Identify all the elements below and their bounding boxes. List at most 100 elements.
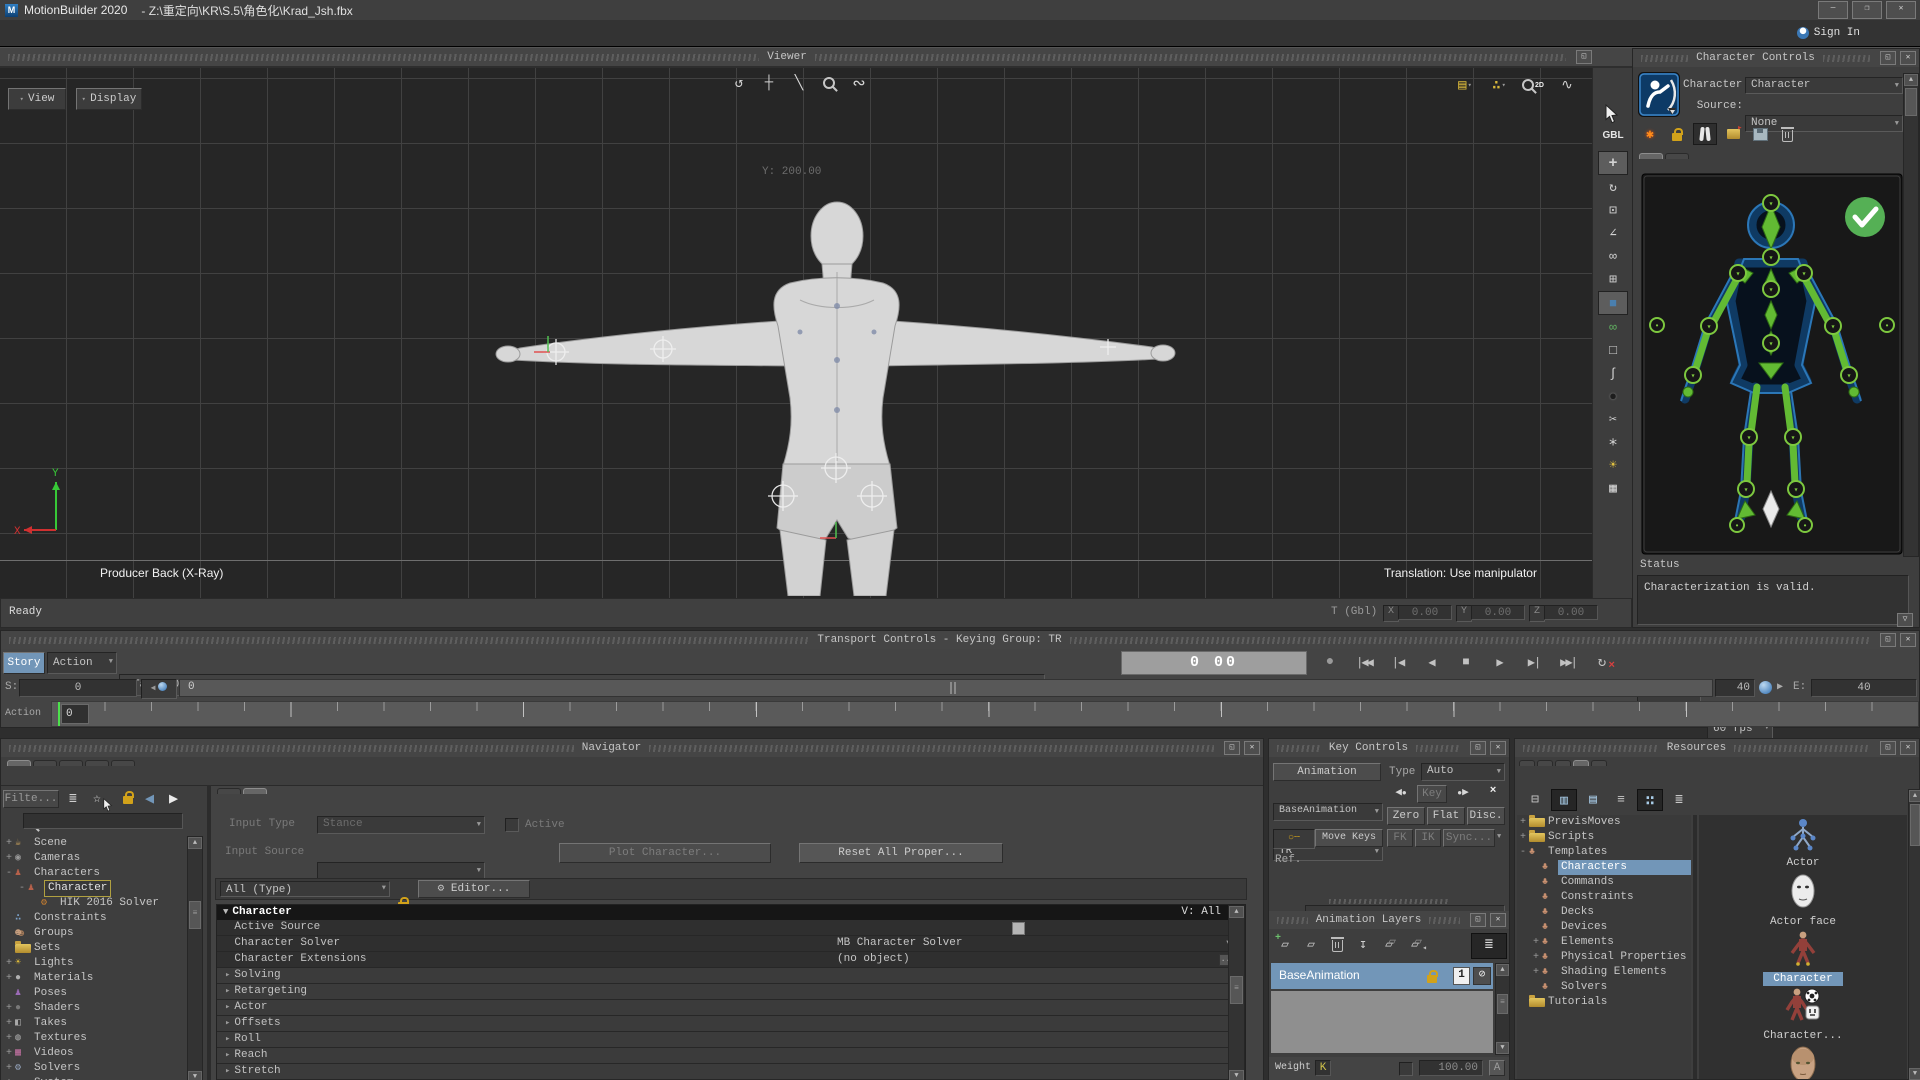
character-definition-map[interactable]: ▾▾▾ ▾▾▾ ▾▾▾ ▾•• ▾▾▾ ▾•• bbox=[1641, 173, 1903, 555]
close-panel-icon[interactable]: ✕ bbox=[1490, 741, 1506, 755]
tree-item[interactable]: + Takes bbox=[3, 1016, 185, 1031]
key-mode-button[interactable]: ○┄ bbox=[1273, 829, 1315, 849]
tree-item[interactable]: Decks bbox=[1517, 905, 1691, 920]
sign-in-button[interactable]: Sign In bbox=[1814, 27, 1860, 39]
tree-item[interactable]: + Videos bbox=[3, 1046, 185, 1061]
action-dropdown[interactable]: Action bbox=[47, 652, 117, 674]
property-table-scrollbar[interactable]: ▲≡▼ bbox=[1228, 905, 1245, 1080]
stance-icon[interactable] bbox=[1693, 123, 1717, 145]
sun-icon[interactable] bbox=[1599, 454, 1627, 476]
tree-item[interactable]: - Character bbox=[3, 881, 185, 896]
asset-label[interactable]: Character... bbox=[1753, 1029, 1852, 1043]
view-mode-icon[interactable] bbox=[1523, 789, 1547, 809]
value-checkbox[interactable] bbox=[1012, 922, 1025, 935]
property-row[interactable]: ▸Retargeting ▼ ... bbox=[217, 984, 1245, 1000]
display-menu-button[interactable]: ▾ Display bbox=[76, 88, 142, 110]
tree-item[interactable]: Poses bbox=[3, 986, 185, 1001]
sync-button[interactable]: Sync... bbox=[1443, 829, 1495, 847]
property-row[interactable]: ▸Character Extensions (no object) ▼ ... bbox=[217, 952, 1245, 968]
zero-button[interactable]: Zero bbox=[1387, 807, 1425, 825]
close-panel-icon[interactable]: ✕ bbox=[1244, 741, 1260, 755]
select-star-icon[interactable]: ☆ bbox=[93, 791, 101, 806]
tab[interactable] bbox=[243, 788, 267, 794]
translate-icon[interactable] bbox=[1598, 151, 1628, 175]
keyframe-dots-icon[interactable]: ▾ bbox=[1486, 74, 1512, 96]
ik-button[interactable]: IK bbox=[1415, 829, 1441, 847]
back-arrow-icon[interactable]: ◀ bbox=[145, 789, 154, 808]
angle-icon[interactable] bbox=[1599, 222, 1627, 244]
tab[interactable] bbox=[85, 760, 109, 766]
tree-item[interactable]: + Lights bbox=[3, 956, 185, 971]
property-row[interactable]: ▸Roll ▼ ... bbox=[217, 1032, 1245, 1048]
tree-item[interactable]: - Templates bbox=[1517, 845, 1691, 860]
layer-tool[interactable] bbox=[1325, 933, 1349, 955]
layer-lock-icon[interactable] bbox=[1427, 975, 1437, 983]
character-model[interactable] bbox=[0, 68, 1592, 596]
filter-button[interactable]: Filte... bbox=[3, 790, 59, 808]
base-animation-layer-row[interactable]: BaseAnimation 1 ⊘ bbox=[1271, 963, 1493, 989]
scene-tree-scrollbar[interactable]: ▲≡▼ bbox=[187, 836, 203, 1080]
tree-item[interactable]: Groups bbox=[3, 926, 185, 941]
tree-item[interactable]: + PrevisMoves bbox=[1517, 815, 1691, 830]
layer-tool[interactable] bbox=[1299, 933, 1323, 955]
lock-icon[interactable] bbox=[123, 796, 133, 804]
key-type-dropdown[interactable]: Auto bbox=[1421, 763, 1505, 781]
property-row[interactable]: ▸Active Source ▼ ... bbox=[217, 920, 1245, 936]
search-input[interactable] bbox=[23, 813, 183, 829]
lock-icon[interactable] bbox=[1666, 124, 1688, 144]
layer-dropdown[interactable]: BaseAnimation bbox=[1273, 803, 1383, 821]
cut-icon[interactable] bbox=[1599, 408, 1627, 430]
zoom-2d-icon[interactable]: 2D bbox=[1520, 74, 1546, 96]
property-row[interactable]: ▸Offsets ▼ ... bbox=[217, 1016, 1245, 1032]
asset-item[interactable]: Actor bbox=[1776, 817, 1829, 870]
float-panel-icon[interactable]: ◱ bbox=[1880, 633, 1896, 647]
fk-button[interactable]: FK bbox=[1387, 829, 1413, 847]
tree-item[interactable]: HIK 2016 Solver bbox=[3, 896, 185, 911]
start-frame-field[interactable]: 0 bbox=[19, 679, 137, 697]
active-checkbox[interactable] bbox=[505, 818, 519, 832]
range-spinner[interactable]: ◀ bbox=[141, 679, 177, 699]
asset-label[interactable]: Actor bbox=[1776, 856, 1829, 870]
layer-tool[interactable] bbox=[1273, 933, 1297, 955]
scale-icon[interactable] bbox=[1599, 199, 1627, 221]
key-button[interactable]: Key bbox=[1417, 785, 1447, 803]
end-spinner[interactable] bbox=[1759, 681, 1772, 694]
close-panel-icon[interactable]: ✕ bbox=[1490, 913, 1506, 927]
property-row[interactable]: ▸Solving ▼ ... bbox=[217, 968, 1245, 984]
animation-mode-button[interactable]: Animation bbox=[1273, 763, 1381, 781]
asset-item[interactable]: Character... bbox=[1753, 1045, 1852, 1079]
property-row[interactable]: ▸Stretch ▼ ... bbox=[217, 1064, 1245, 1080]
status-expand-icon[interactable]: ▽ bbox=[1897, 613, 1913, 627]
tab[interactable] bbox=[111, 760, 135, 766]
transport-button[interactable] bbox=[1483, 652, 1517, 672]
x-value-field[interactable]: 0.00 bbox=[1398, 605, 1452, 620]
close-panel-icon[interactable]: ✕ bbox=[1900, 51, 1916, 65]
story-button[interactable]: Story bbox=[3, 652, 45, 674]
close-button[interactable]: ✕ bbox=[1886, 1, 1916, 19]
add-cube-icon[interactable] bbox=[1599, 268, 1627, 290]
tree-item[interactable]: + Shaders bbox=[3, 1001, 185, 1016]
resources-scrollbar[interactable]: ▲▼ bbox=[1908, 789, 1920, 1080]
zoom-end-field[interactable]: 40 bbox=[1715, 679, 1755, 697]
tab[interactable] bbox=[1639, 153, 1663, 159]
zoom-icon[interactable] bbox=[816, 72, 842, 94]
layer-list-area[interactable] bbox=[1271, 991, 1493, 1053]
tree-item[interactable]: + Cameras bbox=[3, 851, 185, 866]
timeline-ruler[interactable]: 0 bbox=[51, 701, 1919, 727]
star-icon[interactable] bbox=[1599, 431, 1627, 453]
tab[interactable] bbox=[217, 788, 241, 794]
layers-scrollbar[interactable]: ▲≡▼ bbox=[1495, 963, 1510, 1055]
layer-mute-button[interactable]: ⊘ bbox=[1473, 967, 1491, 985]
playhead[interactable] bbox=[58, 702, 60, 727]
weight-checkbox[interactable] bbox=[1399, 1062, 1413, 1076]
transport-button[interactable] bbox=[1313, 652, 1347, 672]
viewport[interactable]: ▾ View ▾ Display ▾ ▾ 2D Y: 200.00 Produc… bbox=[0, 68, 1592, 598]
asset-label[interactable]: Character bbox=[1763, 972, 1842, 986]
cube-icon[interactable] bbox=[1599, 339, 1627, 361]
tab[interactable] bbox=[33, 760, 57, 766]
character-dropdown[interactable]: Character bbox=[1745, 77, 1903, 94]
close-panel-icon[interactable]: ✕ bbox=[1900, 633, 1916, 647]
tree-item[interactable]: + Shading Elements bbox=[1517, 965, 1691, 980]
tree-item[interactable]: Commands bbox=[1517, 875, 1691, 890]
tree-item[interactable]: Sets bbox=[3, 941, 185, 956]
